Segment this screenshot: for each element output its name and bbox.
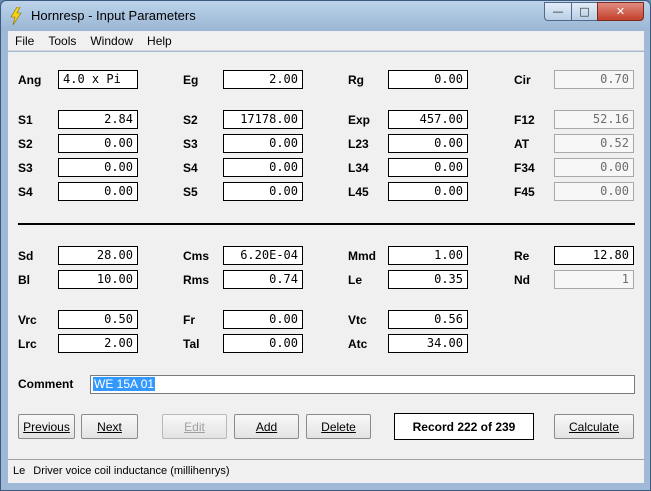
field-s2-seg2[interactable]: 0.00 [58,134,138,153]
close-button[interactable]: ✕ [597,2,644,21]
label-s4-seg4: S4 [18,185,33,199]
field-bl[interactable]: 10.00 [58,270,138,289]
label-l45: L45 [348,185,369,199]
status-bar: Le Driver voice coil inductance (millihe… [8,459,644,481]
field-re[interactable]: 12.80 [554,246,634,265]
input-parameters-panel: Ang 4.0 x Pi Eg 2.00 Rg 0.00 Cir 0.70 S1… [8,52,644,483]
label-s1: S1 [18,113,33,127]
lightning-icon [10,7,22,25]
field-s4-seg4[interactable]: 0.00 [58,182,138,201]
field-atc[interactable]: 34.00 [388,334,468,353]
label-fr: Fr [183,313,195,327]
field-f34: 0.00 [554,158,634,177]
add-button[interactable]: Add [234,414,299,439]
close-icon: ✕ [615,5,626,18]
field-f12: 52.16 [554,110,634,129]
maximize-button[interactable]: □ [571,2,597,21]
label-rms: Rms [183,273,210,287]
title-bar[interactable]: Hornresp - Input Parameters — □ ✕ [1,1,650,31]
field-rms[interactable]: 0.74 [223,270,303,289]
record-indicator: Record 222 of 239 [394,413,534,440]
field-nd: 1 [554,270,634,289]
label-atc: Atc [348,337,368,351]
edit-button[interactable]: Edit [162,414,227,439]
field-cms[interactable]: 6.20E-04 [223,246,303,265]
label-s3-seg3: S3 [18,161,33,175]
label-l23: L23 [348,137,369,151]
section-divider [18,223,635,225]
label-comment: Comment [18,377,74,391]
minimize-button[interactable]: — [544,2,571,21]
field-le[interactable]: 0.35 [388,270,468,289]
next-button[interactable]: Next [81,414,138,439]
field-s5[interactable]: 0.00 [223,182,303,201]
label-rg: Rg [348,73,364,87]
app-window: Hornresp - Input Parameters — □ ✕ File T… [0,0,651,491]
label-cms: Cms [183,249,210,263]
label-ang: Ang [18,73,42,87]
field-sd[interactable]: 28.00 [58,246,138,265]
label-s2-seg2: S2 [18,137,33,151]
menu-bar: File Tools Window Help [8,31,644,51]
field-mmd[interactable]: 1.00 [388,246,468,265]
field-tal[interactable]: 0.00 [223,334,303,353]
field-exp[interactable]: 457.00 [388,110,468,129]
field-fr[interactable]: 0.00 [223,310,303,329]
label-cir: Cir [514,73,531,87]
label-f45: F45 [514,185,535,199]
field-l34[interactable]: 0.00 [388,158,468,177]
field-vrc[interactable]: 0.50 [58,310,138,329]
status-parameter: Le [13,464,26,477]
label-mmd: Mmd [348,249,376,263]
label-le: Le [348,273,363,287]
field-rg[interactable]: 0.00 [388,70,468,89]
label-f12: F12 [514,113,535,127]
menu-window[interactable]: Window [83,31,140,51]
status-description: Driver voice coil inductance (millihenry… [33,464,230,477]
field-s1[interactable]: 2.84 [58,110,138,129]
field-ang[interactable]: 4.0 x Pi [58,70,138,89]
label-vtc: Vtc [348,313,367,327]
label-re: Re [514,249,530,263]
comment-selected-text: WE 15A 01 [93,377,156,391]
label-s3: S3 [183,137,198,151]
field-s4[interactable]: 0.00 [223,158,303,177]
field-lrc[interactable]: 2.00 [58,334,138,353]
maximize-icon: □ [579,5,590,18]
menu-help[interactable]: Help [140,31,179,51]
field-eg[interactable]: 2.00 [223,70,303,89]
delete-button[interactable]: Delete [306,414,371,439]
label-vrc: Vrc [18,313,37,327]
label-at: AT [514,137,530,151]
field-cir: 0.70 [554,70,634,89]
label-s4: S4 [183,161,198,175]
previous-button[interactable]: Previous [18,414,75,439]
label-lrc: Lrc [18,337,37,351]
label-s5: S5 [183,185,198,199]
label-sd: Sd [18,249,34,263]
field-vtc[interactable]: 0.56 [388,310,468,329]
field-f45: 0.00 [554,182,634,201]
caption-buttons: — □ ✕ [544,2,644,21]
label-exp: Exp [348,113,371,127]
label-bl: Bl [18,273,30,287]
label-l34: L34 [348,161,369,175]
field-s3[interactable]: 0.00 [223,134,303,153]
label-s2: S2 [183,113,198,127]
calculate-button[interactable]: Calculate [554,414,634,439]
label-nd: Nd [514,273,530,287]
minimize-icon: — [552,5,564,18]
field-at: 0.52 [554,134,634,153]
menu-file[interactable]: File [8,31,41,51]
comment-field[interactable]: WE 15A 01 [90,375,635,394]
field-s3-seg3[interactable]: 0.00 [58,158,138,177]
label-f34: F34 [514,161,535,175]
window-title: Hornresp - Input Parameters [31,8,196,23]
field-l45[interactable]: 0.00 [388,182,468,201]
field-l23[interactable]: 0.00 [388,134,468,153]
menu-tools[interactable]: Tools [41,31,83,51]
field-s2[interactable]: 17178.00 [223,110,303,129]
label-eg: Eg [183,73,199,87]
label-tal: Tal [183,337,200,351]
